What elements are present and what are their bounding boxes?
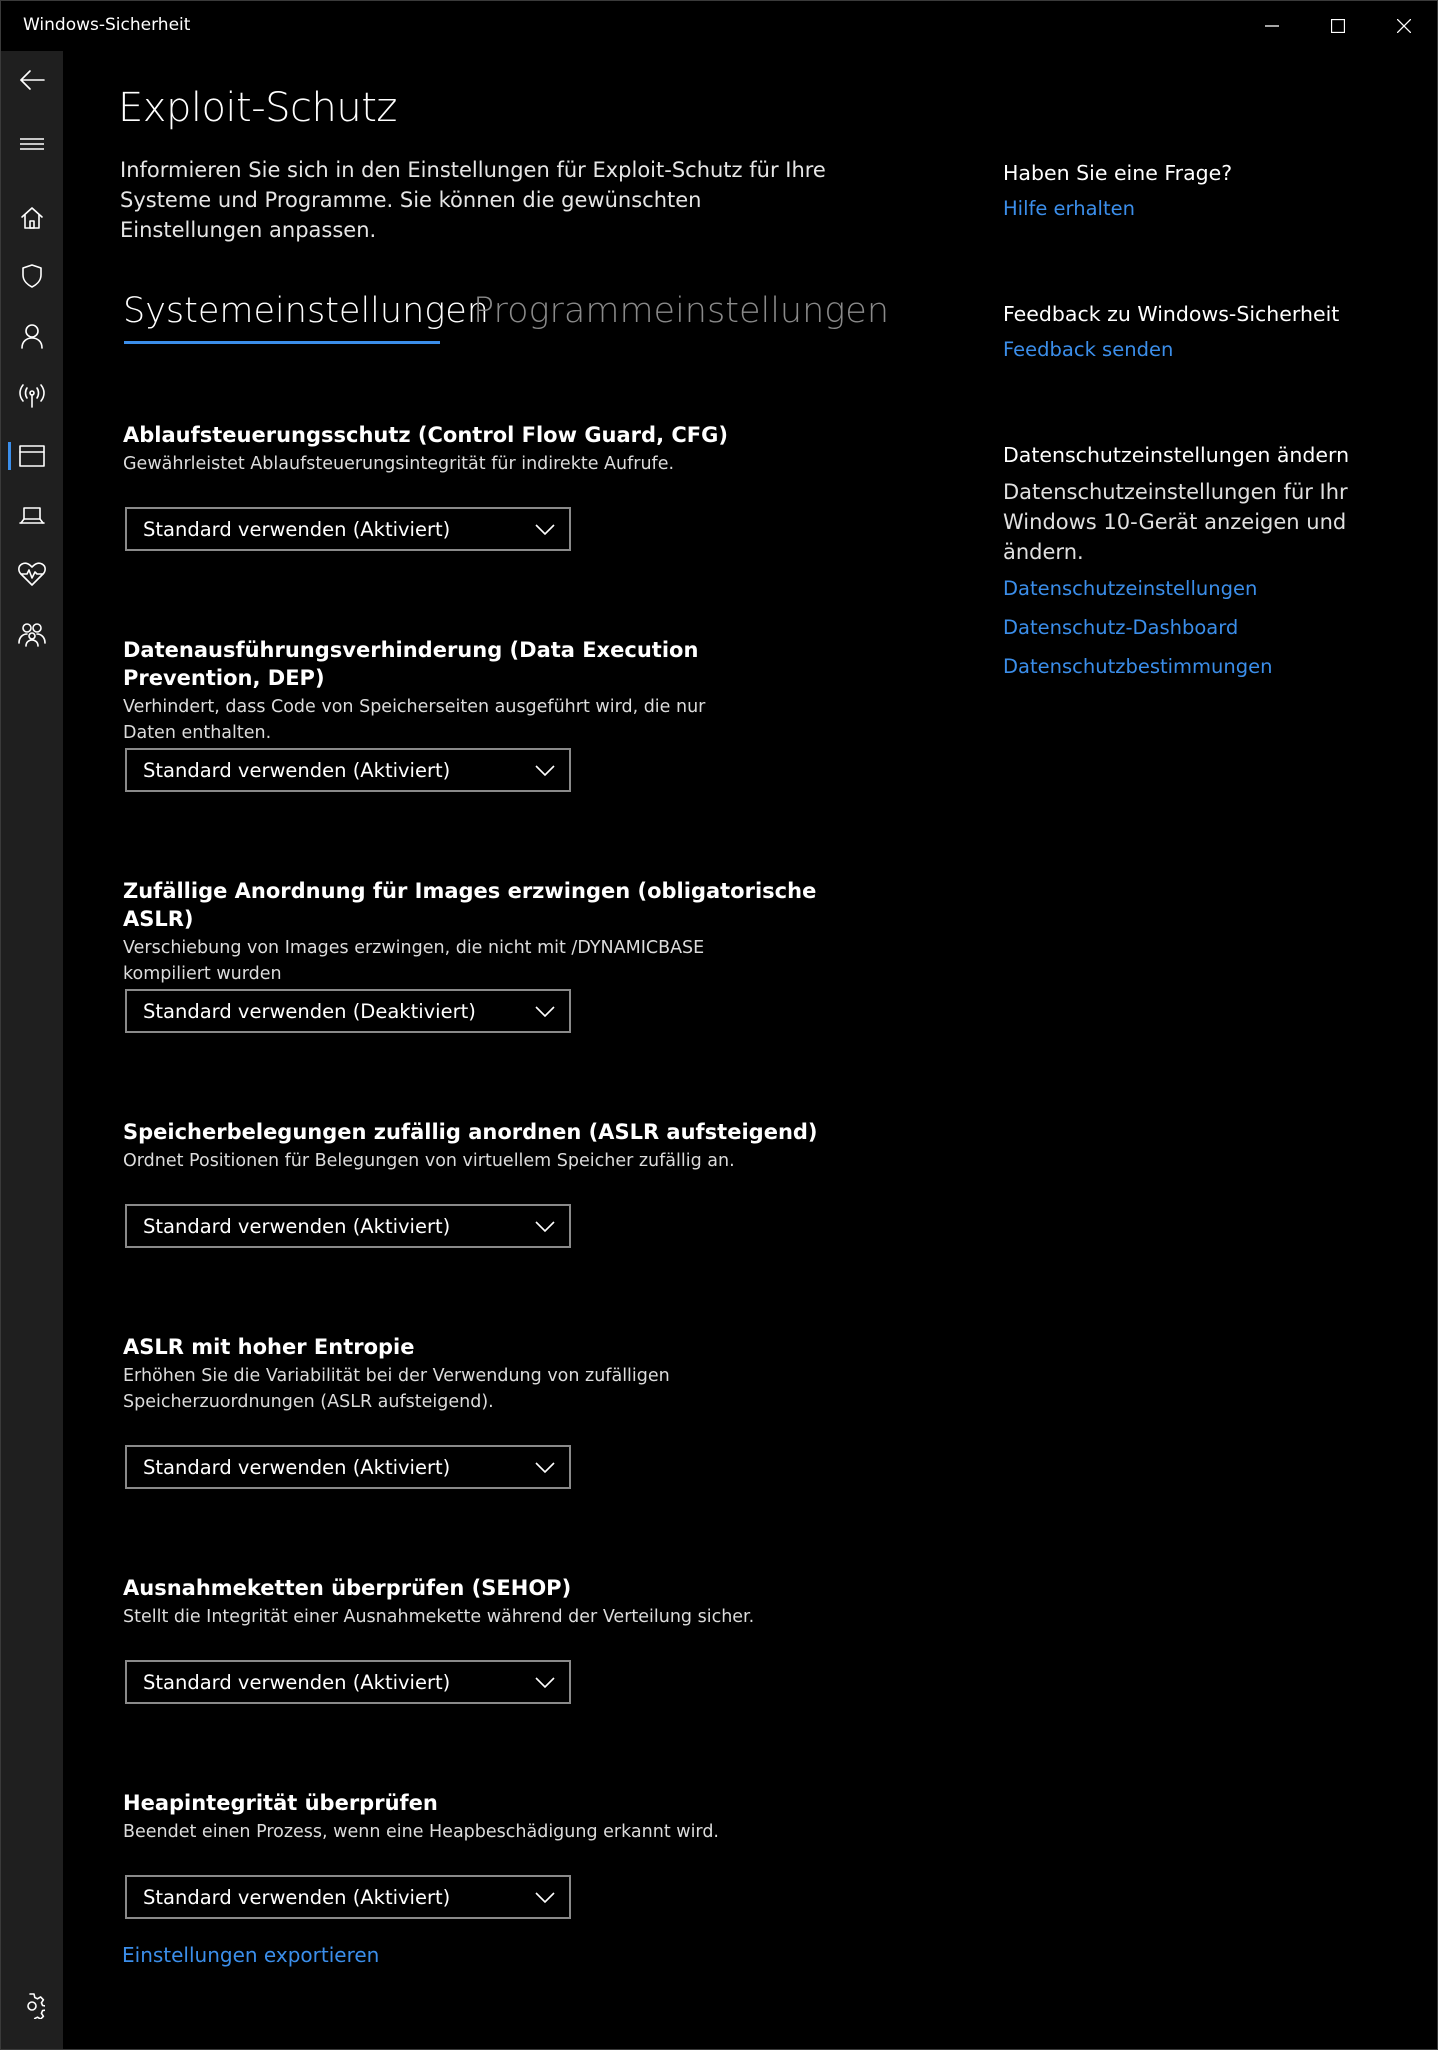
setting-dep-dropdown[interactable]: Standard verwenden (Aktiviert): [125, 748, 571, 792]
setting-heap-integrity: Heapintegrität überprüfen Beendet einen …: [123, 1789, 823, 1845]
setting-title: ASLR mit hoher Entropie: [123, 1335, 415, 1359]
nav-item-app-browser-control[interactable]: [1, 433, 63, 479]
setting-description: Ordnet Positionen für Belegungen von vir…: [123, 1151, 735, 1171]
app-browser-icon: [19, 445, 45, 467]
app-window: Windows-Sicherheit Exploit-Schutz Inform…: [0, 0, 1438, 2050]
setting-mandatory-aslr-dropdown[interactable]: Standard verwenden (Deaktiviert): [125, 989, 571, 1033]
nav-item-family-options[interactable]: [1, 611, 63, 657]
dropdown-value: Standard verwenden (Aktiviert): [143, 1214, 451, 1238]
privacy-dashboard-link[interactable]: Datenschutz-Dashboard: [1003, 608, 1423, 647]
window-title: Windows-Sicherheit: [23, 15, 191, 35]
active-tab-indicator: [124, 341, 440, 344]
setting-bottom-up-aslr-dropdown[interactable]: Standard verwenden (Aktiviert): [125, 1204, 571, 1248]
dropdown-value: Standard verwenden (Aktiviert): [143, 1670, 451, 1694]
chevron-down-icon: [535, 762, 555, 781]
page-description: Informieren Sie sich in den Einstellunge…: [120, 158, 826, 242]
chevron-down-icon: [535, 1889, 555, 1908]
nav-item-device-performance[interactable]: [1, 551, 63, 597]
tab-program-settings[interactable]: Programmeinstellungen: [473, 291, 889, 331]
navigation-sidebar: [1, 51, 63, 2049]
get-help-link[interactable]: Hilfe erhalten: [1003, 189, 1423, 228]
setting-title: Datenausführungsverhinderung (Data Execu…: [123, 638, 699, 690]
shield-icon: [22, 264, 42, 288]
feedback-section: Feedback zu Windows-Sicherheit Feedback …: [1003, 300, 1423, 369]
chevron-down-icon: [535, 1003, 555, 1022]
person-icon: [21, 324, 43, 349]
setting-description: Verhindert, dass Code von Speicherseiten…: [123, 697, 706, 743]
close-button[interactable]: [1371, 1, 1437, 51]
setting-title: Ausnahmeketten überprüfen (SEHOP): [123, 1576, 572, 1600]
nav-item-settings[interactable]: [1, 1983, 63, 2029]
page-title: Exploit-Schutz: [118, 85, 397, 131]
help-heading: Haben Sie eine Frage?: [1003, 161, 1233, 185]
minimize-button[interactable]: [1239, 1, 1305, 51]
maximize-icon: [1331, 19, 1345, 33]
nav-item-account-protection[interactable]: [1, 313, 63, 359]
setting-title: Zufällige Anordnung für Images erzwingen…: [123, 879, 817, 931]
title-bar: Windows-Sicherheit: [1, 1, 1437, 51]
setting-high-entropy-aslr: ASLR mit hoher Entropie Erhöhen Sie die …: [123, 1333, 823, 1415]
privacy-section: Datenschutzeinstellungen ändern Datensch…: [1003, 441, 1423, 686]
minimize-icon: [1265, 25, 1279, 27]
help-section: Haben Sie eine Frage? Hilfe erhalten: [1003, 159, 1423, 228]
send-feedback-link[interactable]: Feedback senden: [1003, 330, 1423, 369]
settings-gear-icon: [27, 1993, 45, 2019]
privacy-heading: Datenschutzeinstellungen ändern: [1003, 443, 1350, 467]
setting-dep: Datenausführungsverhinderung (Data Execu…: [123, 636, 823, 746]
privacy-settings-link[interactable]: Datenschutzeinstellungen: [1003, 569, 1423, 608]
setting-description: Stellt die Integrität einer Ausnahmekett…: [123, 1607, 755, 1627]
back-arrow-icon: [20, 70, 45, 90]
setting-title: Heapintegrität überprüfen: [123, 1791, 438, 1815]
menu-button[interactable]: [1, 121, 63, 167]
close-icon: [1397, 19, 1411, 33]
home-icon: [21, 207, 43, 229]
family-icon: [18, 623, 46, 647]
dropdown-value: Standard verwenden (Aktiviert): [143, 1885, 451, 1909]
nav-item-firewall-network[interactable]: [1, 373, 63, 419]
setting-description: Verschiebung von Images erzwingen, die n…: [123, 938, 705, 984]
privacy-statement-link[interactable]: Datenschutzbestimmungen: [1003, 647, 1423, 686]
setting-description: Gewährleistet Ablaufsteuerungsintegrität…: [123, 454, 675, 474]
dropdown-value: Standard verwenden (Aktiviert): [143, 1455, 451, 1479]
setting-cfg-dropdown[interactable]: Standard verwenden (Aktiviert): [125, 507, 571, 551]
setting-high-entropy-aslr-dropdown[interactable]: Standard verwenden (Aktiviert): [125, 1445, 571, 1489]
setting-title: Speicherbelegungen zufällig anordnen (AS…: [123, 1120, 818, 1144]
chevron-down-icon: [535, 1459, 555, 1478]
setting-description: Erhöhen Sie die Variabilität bei der Ver…: [123, 1366, 670, 1412]
dropdown-value: Standard verwenden (Deaktiviert): [143, 999, 476, 1023]
setting-cfg: Ablaufsteuerungsschutz (Control Flow Gua…: [123, 421, 823, 477]
chevron-down-icon: [535, 521, 555, 540]
nav-item-device-security[interactable]: [1, 492, 63, 538]
setting-heap-integrity-dropdown[interactable]: Standard verwenden (Aktiviert): [125, 1875, 571, 1919]
hamburger-menu-icon: [20, 138, 44, 150]
setting-mandatory-aslr: Zufällige Anordnung für Images erzwingen…: [123, 877, 823, 987]
setting-description: Beendet einen Prozess, wenn eine Heapbes…: [123, 1822, 719, 1842]
setting-title: Ablaufsteuerungsschutz (Control Flow Gua…: [123, 423, 728, 447]
dropdown-value: Standard verwenden (Aktiviert): [143, 517, 451, 541]
maximize-button[interactable]: [1305, 1, 1371, 51]
main-content: Exploit-Schutz Informieren Sie sich in d…: [63, 51, 1423, 2049]
setting-sehop: Ausnahmeketten überprüfen (SEHOP) Stellt…: [123, 1574, 823, 1630]
chevron-down-icon: [535, 1674, 555, 1693]
wireless-antenna-icon: [19, 384, 45, 408]
setting-sehop-dropdown[interactable]: Standard verwenden (Aktiviert): [125, 1660, 571, 1704]
nav-item-home[interactable]: [1, 195, 63, 241]
setting-bottom-up-aslr: Speicherbelegungen zufällig anordnen (AS…: [123, 1118, 823, 1174]
feedback-heading: Feedback zu Windows-Sicherheit: [1003, 302, 1340, 326]
export-settings-link[interactable]: Einstellungen exportieren: [122, 1943, 379, 1967]
back-button[interactable]: [1, 57, 63, 103]
nav-item-virus-protection[interactable]: [1, 253, 63, 299]
laptop-icon: [19, 507, 45, 524]
privacy-description: Datenschutzeinstellungen für Ihr Windows…: [1003, 480, 1348, 564]
tab-system-settings[interactable]: Systemeinstellungen: [123, 291, 489, 331]
chevron-down-icon: [535, 1218, 555, 1237]
dropdown-value: Standard verwenden (Aktiviert): [143, 758, 451, 782]
heart-health-icon: [18, 562, 46, 586]
